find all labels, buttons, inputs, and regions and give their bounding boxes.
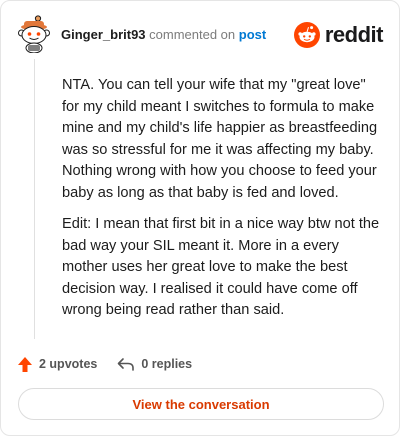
reply-button[interactable]: 0 replies — [117, 357, 192, 371]
reddit-brand[interactable]: reddit — [293, 21, 384, 49]
view-conversation-button[interactable]: View the conversation — [18, 388, 384, 420]
upvote-count: 2 upvotes — [39, 357, 98, 371]
brand-wordmark: reddit — [324, 22, 384, 47]
comment-action-text: commented on — [145, 27, 239, 42]
upvote-arrow-icon — [18, 356, 32, 372]
comment-card: Ginger_brit93 commented on post reddit N… — [0, 0, 400, 436]
reply-count: 0 replies — [141, 357, 193, 371]
comment-header: Ginger_brit93 commented on post reddit — [17, 15, 384, 55]
username-link[interactable]: Ginger_brit93 — [61, 27, 146, 42]
reply-arrow-icon — [118, 358, 135, 371]
post-link[interactable]: post — [239, 27, 266, 42]
comment-actions: 2 upvotes 0 replies — [17, 353, 192, 375]
upvote-button[interactable]: 2 upvotes — [17, 356, 97, 373]
thread-line — [34, 59, 35, 339]
reddit-logo-icon — [293, 22, 320, 48]
user-avatar[interactable] — [17, 15, 51, 54]
comment-meta: Ginger_brit93 commented on post — [61, 27, 266, 42]
comment-paragraph: Edit: I mean that first bit in a nice wa… — [62, 216, 380, 318]
comment-paragraph: NTA. You can tell your wife that my "gre… — [62, 77, 378, 201]
comment-body: NTA. You can tell your wife that my "gre… — [62, 75, 382, 332]
